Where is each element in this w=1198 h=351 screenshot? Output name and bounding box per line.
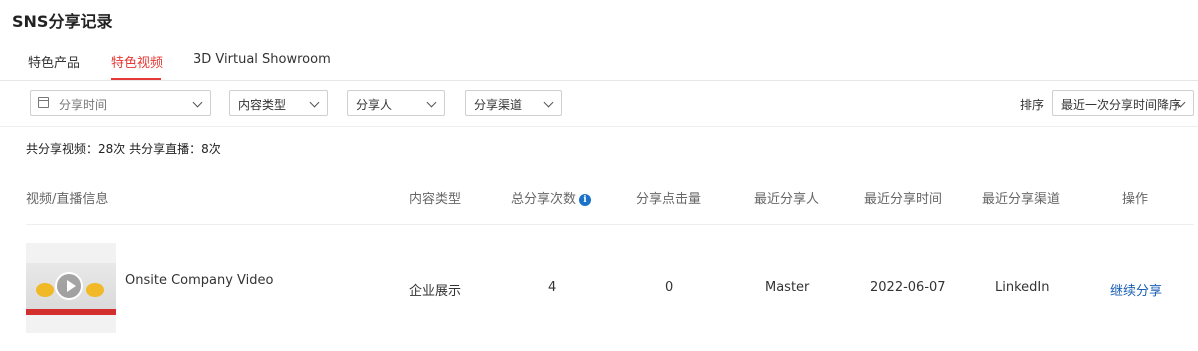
cell-last-time: 2022-06-07 [870, 280, 946, 295]
header-total-shares-label: 总分享次数 [511, 192, 577, 207]
header-info: 视频/直播信息 [26, 192, 109, 207]
thumbnail-redbar [26, 309, 116, 315]
calendar-icon [38, 97, 49, 108]
video-thumbnail[interactable] [26, 243, 116, 333]
tab-bar: 特色产品 特色视频 3D Virtual Showroom [0, 42, 1198, 81]
sort-select[interactable]: 最近一次分享时间降序 [1052, 90, 1194, 116]
header-last-sharer: 最近分享人 [754, 192, 820, 207]
thumbnail-decor [36, 283, 54, 297]
active-tab-indicator [111, 78, 161, 80]
sort-label: 排序 [1020, 98, 1045, 112]
share-time-placeholder: 分享时间 [59, 98, 108, 112]
sort-value: 最近一次分享时间降序 [1061, 98, 1182, 112]
cell-total-shares: 4 [548, 280, 557, 295]
tab-featured-videos[interactable]: 特色视频 [111, 52, 163, 71]
continue-share-link[interactable]: 继续分享 [1110, 280, 1162, 299]
filter-bar: 分享时间 内容类型 分享人 分享渠道 排序 最近一次分享时间降序 [0, 81, 1198, 127]
page-title: SNS分享记录 [12, 12, 113, 31]
header-total-shares: 总分享次数 i [511, 188, 592, 207]
play-icon[interactable] [55, 272, 83, 300]
header-last-time: 最近分享时间 [864, 192, 943, 207]
sharer-label: 分享人 [356, 98, 393, 112]
chevron-down-icon [426, 97, 437, 108]
tab-3d-virtual-showroom[interactable]: 3D Virtual Showroom [193, 52, 331, 67]
cell-last-sharer: Master [765, 280, 810, 295]
chevron-down-icon [192, 97, 203, 108]
cell-clicks: 0 [665, 280, 674, 295]
info-icon[interactable]: i [579, 193, 592, 206]
channel-label: 分享渠道 [474, 98, 523, 112]
thumbnail-decor [86, 283, 104, 297]
chevron-down-icon [543, 97, 554, 108]
content-type-label: 内容类型 [238, 98, 287, 112]
chevron-down-icon [309, 97, 320, 108]
content-type-select[interactable]: 内容类型 [229, 90, 328, 116]
video-title: Onsite Company Video [125, 273, 274, 288]
cell-last-channel: LinkedIn [995, 280, 1050, 295]
channel-select[interactable]: 分享渠道 [465, 90, 562, 116]
header-last-channel: 最近分享渠道 [982, 192, 1061, 207]
sharer-select[interactable]: 分享人 [347, 90, 445, 116]
header-action: 操作 [1122, 192, 1149, 207]
cell-content-type: 企业展示 [409, 284, 462, 299]
header-content-type: 内容类型 [409, 192, 462, 207]
share-summary: 共分享视频：28次 共分享直播：8次 [26, 142, 221, 156]
header-divider [26, 224, 1194, 225]
header-clicks: 分享点击量 [636, 192, 702, 207]
share-time-picker[interactable]: 分享时间 [30, 90, 211, 116]
tab-featured-products[interactable]: 特色产品 [28, 52, 80, 71]
